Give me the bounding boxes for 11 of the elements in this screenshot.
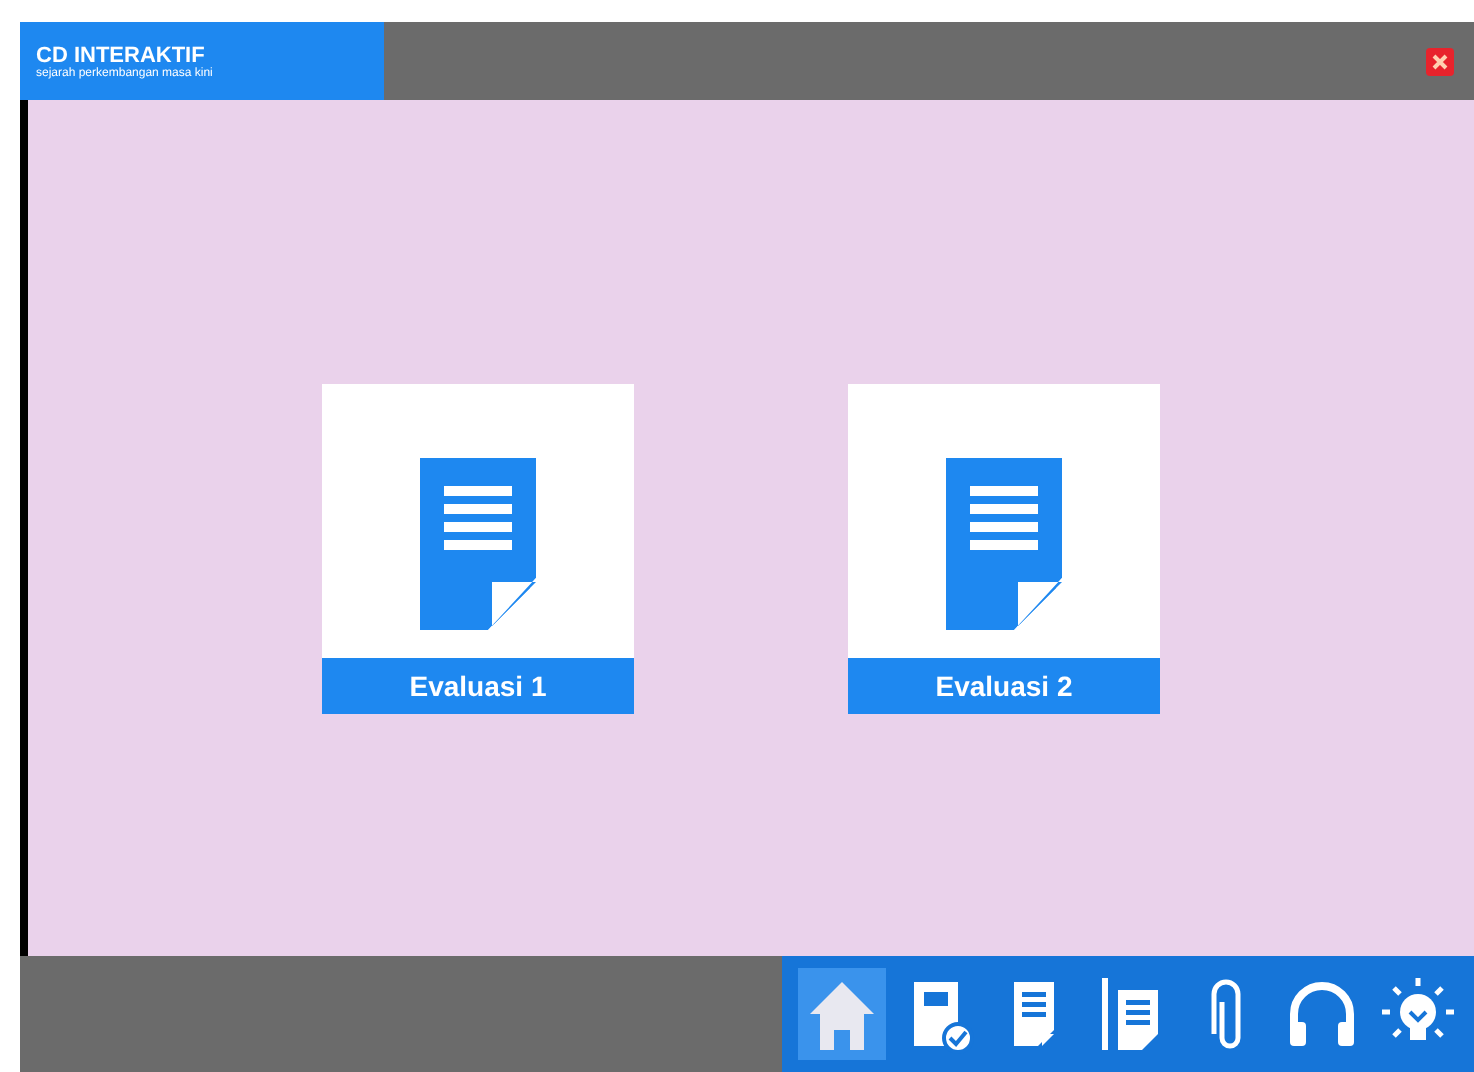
document-icon	[420, 457, 536, 629]
evaluation-card[interactable]: Evaluasi 1	[322, 383, 634, 713]
close-button[interactable]	[1426, 47, 1454, 75]
paperclip-icon	[1210, 978, 1242, 1050]
window-title: CD INTERAKTIF	[36, 43, 207, 67]
document-icon	[946, 457, 1062, 629]
evaluation-card[interactable]: Evaluasi 2	[848, 383, 1160, 713]
toolbar-button[interactable]	[798, 968, 886, 1060]
card-label: Evaluasi 1	[322, 657, 634, 713]
close-icon	[1430, 51, 1450, 71]
card-label: Evaluasi 2	[848, 657, 1160, 713]
